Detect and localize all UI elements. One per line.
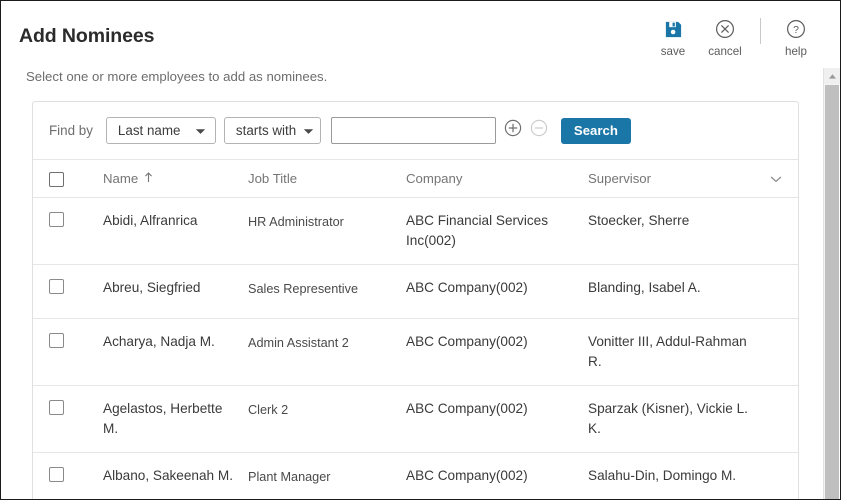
- find-field-select-value: Last name: [117, 123, 181, 138]
- cell-supervisor: Stoecker, Sherre: [588, 213, 690, 228]
- column-header-supervisor[interactable]: Supervisor: [588, 171, 750, 186]
- cell-supervisor: Sparzak (Kisner), Vickie L. K.: [588, 401, 748, 436]
- chevron-down-icon: [770, 170, 782, 188]
- cell-name: Acharya, Nadja M.: [103, 334, 215, 349]
- scrollbar-up-arrow[interactable]: [824, 68, 840, 84]
- table-row[interactable]: Abreu, Siegfried Sales Representive ABC …: [33, 265, 798, 319]
- cell-company: ABC Company(002): [406, 280, 528, 295]
- find-field-select[interactable]: Last name: [105, 117, 216, 144]
- table-row[interactable]: Acharya, Nadja M. Admin Assistant 2 ABC …: [33, 319, 798, 386]
- plus-circle-icon: [504, 119, 522, 142]
- arrow-up-icon: [144, 171, 153, 186]
- page-header: Add Nominees Select one or more employee…: [1, 1, 840, 84]
- toolbar-divider: [760, 18, 761, 44]
- row-checkbox[interactable]: [49, 333, 64, 348]
- cell-name: Agelastos, Herbette M.: [103, 401, 223, 436]
- cell-supervisor: Salahu-Din, Domingo M.: [588, 468, 737, 483]
- search-button[interactable]: Search: [560, 117, 631, 144]
- column-header-name-label: Name: [103, 171, 139, 186]
- vertical-scrollbar[interactable]: [823, 68, 840, 499]
- help-button-label: help: [785, 45, 807, 58]
- cell-name: Albano, Sakeenah M.: [103, 468, 233, 483]
- column-header-job-title[interactable]: Job Title: [248, 171, 396, 186]
- cell-company: ABC Company(002): [406, 401, 528, 416]
- row-select-cell: [49, 399, 103, 415]
- row-checkbox[interactable]: [49, 467, 64, 482]
- table-row[interactable]: Agelastos, Herbette M. Clerk 2 ABC Compa…: [33, 386, 798, 453]
- column-header-job-title-label: Job Title: [248, 171, 298, 186]
- cancel-button-label: cancel: [708, 45, 742, 58]
- employee-results-table: Name Job Title Company Supervisor Abidi,…: [33, 160, 798, 499]
- add-criteria-button[interactable]: [504, 119, 522, 142]
- select-all-cell: [49, 171, 103, 187]
- find-operator-select[interactable]: starts with: [223, 117, 321, 144]
- table-row[interactable]: Albano, Sakeenah M. Plant Manager ABC Co…: [33, 453, 798, 499]
- cell-job-title: Admin Assistant 2: [248, 336, 349, 350]
- chevron-down-icon: [303, 123, 314, 138]
- cell-company: ABC Financial Services Inc(002): [406, 213, 549, 248]
- chevron-down-icon: [195, 123, 206, 138]
- row-select-cell: [49, 466, 103, 482]
- cell-supervisor: Vonitter III, Addul-Rahman R.: [588, 334, 747, 369]
- column-header-name[interactable]: Name: [103, 171, 238, 186]
- row-select-cell: [49, 332, 103, 348]
- save-button-label: save: [660, 45, 686, 58]
- cell-job-title: Sales Representive: [248, 282, 359, 296]
- cell-job-title: Plant Manager: [248, 470, 331, 484]
- find-by-label: Find by: [49, 123, 93, 138]
- table-row[interactable]: Abidi, Alfranrica HR Administrator ABC F…: [33, 198, 798, 265]
- row-select-cell: [49, 278, 103, 294]
- save-icon: [664, 17, 683, 41]
- remove-criteria-button[interactable]: [530, 119, 548, 142]
- page-title: Add Nominees: [19, 25, 155, 47]
- column-header-company[interactable]: Company: [406, 171, 578, 186]
- svg-text:?: ?: [793, 24, 799, 36]
- search-input[interactable]: [330, 117, 496, 144]
- find-bar: Find by Last name starts with Search: [33, 102, 798, 160]
- minus-circle-icon: [530, 119, 548, 142]
- column-header-company-label: Company: [406, 171, 463, 186]
- row-checkbox[interactable]: [49, 279, 64, 294]
- save-button[interactable]: save: [647, 17, 699, 58]
- column-header-supervisor-label: Supervisor: [588, 171, 652, 186]
- cancel-icon: [715, 17, 735, 41]
- select-all-checkbox[interactable]: [49, 171, 64, 187]
- row-checkbox[interactable]: [49, 400, 64, 415]
- cell-job-title: Clerk 2: [248, 403, 289, 417]
- help-icon: ?: [786, 17, 806, 41]
- add-nominees-dialog: Add Nominees Select one or more employee…: [0, 0, 841, 500]
- help-button[interactable]: ? help: [770, 17, 822, 58]
- cell-name: Abreu, Siegfried: [103, 280, 201, 295]
- cell-supervisor: Blanding, Isabel A.: [588, 280, 701, 295]
- cell-name: Abidi, Alfranrica: [103, 213, 198, 228]
- scrollbar-thumb[interactable]: [825, 85, 839, 499]
- row-checkbox[interactable]: [49, 212, 64, 227]
- cancel-button[interactable]: cancel: [699, 17, 751, 58]
- column-menu-button[interactable]: [760, 170, 782, 188]
- find-operator-select-value: starts with: [235, 123, 297, 138]
- cell-company: ABC Company(002): [406, 334, 528, 349]
- nominee-search-card: Find by Last name starts with Search Nam…: [32, 101, 799, 499]
- page-subtitle: Select one or more employees to add as n…: [26, 69, 328, 84]
- cell-job-title: HR Administrator: [248, 215, 344, 229]
- toolbar: save cancel ? help: [647, 17, 822, 61]
- table-header-row: Name Job Title Company Supervisor: [33, 160, 798, 198]
- cell-company: ABC Company(002): [406, 468, 528, 483]
- row-select-cell: [49, 211, 103, 227]
- triangle-up-icon: [828, 67, 837, 85]
